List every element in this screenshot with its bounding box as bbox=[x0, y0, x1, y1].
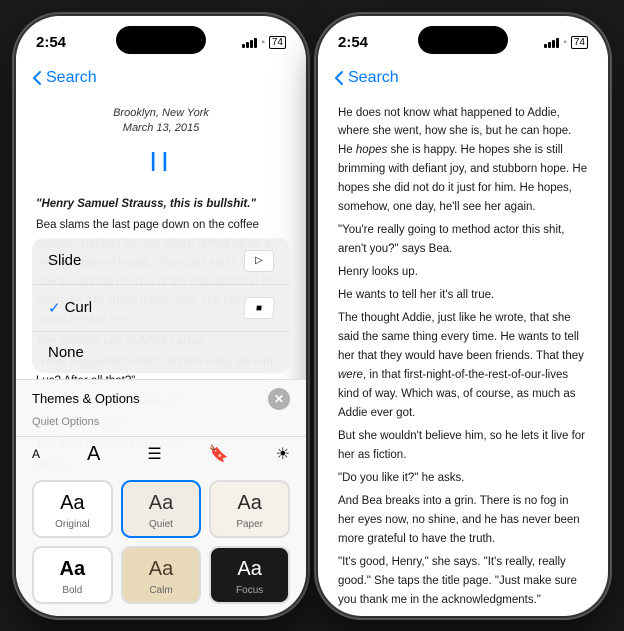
theme-quiet[interactable]: Aa Quiet bbox=[121, 480, 202, 538]
transition-none[interactable]: None bbox=[32, 332, 290, 373]
themes-header: Themes & Options ✕ bbox=[32, 388, 290, 410]
slide-panel: Slide ▷ ✓ Curl ■ None bbox=[16, 238, 306, 616]
transition-curl-label: Curl bbox=[65, 299, 244, 316]
themes-grid: Aa Original Aa Quiet Aa Paper Aa Bold bbox=[16, 472, 306, 616]
transition-slide-label: Slide bbox=[48, 252, 81, 269]
theme-original[interactable]: Aa Original bbox=[32, 480, 113, 538]
right-status-icons: ◦ 74 bbox=[544, 36, 588, 49]
brightness-button[interactable]: ☀ bbox=[276, 444, 290, 464]
transition-menu: Slide ▷ ✓ Curl ■ None bbox=[32, 238, 290, 373]
themes-title: Themes & Options bbox=[32, 391, 140, 406]
font-large-button[interactable]: A bbox=[87, 443, 100, 466]
left-back-label: Search bbox=[46, 69, 97, 87]
left-nav-bar: Search bbox=[16, 60, 306, 96]
theme-quiet-label: Quiet bbox=[149, 519, 173, 530]
right-phone: 2:54 ◦ 74 Search bbox=[318, 16, 608, 616]
theme-original-label: Original bbox=[55, 519, 89, 530]
theme-calm[interactable]: Aa Calm bbox=[121, 546, 202, 604]
book-location: Brooklyn, New YorkMarch 13, 2015 bbox=[36, 106, 286, 137]
theme-bold-label: Bold bbox=[62, 585, 82, 596]
left-status-time: 2:54 bbox=[36, 34, 66, 51]
theme-paper-label: Paper bbox=[236, 519, 263, 530]
wifi-icon: ◦︎ bbox=[261, 37, 265, 48]
themes-subtitle: Quiet Options bbox=[32, 416, 290, 428]
left-status-icons: ◦︎ 74 bbox=[242, 36, 286, 49]
right-nav-bar: Search bbox=[318, 60, 608, 96]
themes-bar: Themes & Options ✕ Quiet Options bbox=[16, 379, 306, 436]
transition-slide[interactable]: Slide ▷ bbox=[32, 238, 290, 285]
theme-original-aa: Aa bbox=[60, 492, 84, 515]
theme-focus-label: Focus bbox=[236, 585, 263, 596]
bookmark-button[interactable]: 🔖 bbox=[209, 444, 229, 464]
right-phone-content: He does not know what happened to Addie,… bbox=[318, 96, 608, 616]
left-phone-content: Brooklyn, New YorkMarch 13, 2015 II "Hen… bbox=[16, 96, 306, 616]
right-battery-icon: 74 bbox=[571, 36, 588, 49]
align-button[interactable]: ☰ bbox=[147, 444, 161, 464]
theme-bold[interactable]: Aa Bold bbox=[32, 546, 113, 604]
left-phone: 2:54 ◦︎ 74 Search bbox=[16, 16, 306, 616]
battery-icon: 74 bbox=[269, 36, 286, 49]
font-small-button[interactable]: A bbox=[32, 447, 40, 461]
book-header: Brooklyn, New YorkMarch 13, 2015 II bbox=[36, 106, 286, 186]
right-dynamic-island bbox=[418, 26, 508, 54]
theme-focus-aa: Aa bbox=[237, 558, 261, 581]
right-signal-icon bbox=[544, 38, 559, 48]
right-book-content[interactable]: He does not know what happened to Addie,… bbox=[318, 96, 608, 616]
theme-bold-aa: Aa bbox=[60, 558, 86, 581]
theme-quiet-aa: Aa bbox=[149, 492, 173, 515]
phones-container: 2:54 ◦︎ 74 Search bbox=[16, 16, 608, 616]
theme-paper-aa: Aa bbox=[237, 492, 261, 515]
book-quote-start: "Henry Samuel Strauss, this is bullshit.… bbox=[36, 198, 256, 210]
transition-none-label: None bbox=[48, 344, 84, 361]
signal-icon bbox=[242, 38, 257, 48]
transition-curl[interactable]: ✓ Curl ■ bbox=[32, 285, 290, 332]
right-wifi-icon: ◦ bbox=[563, 37, 567, 48]
theme-calm-aa: Aa bbox=[149, 558, 173, 581]
dynamic-island bbox=[116, 26, 206, 54]
theme-paper[interactable]: Aa Paper bbox=[209, 480, 290, 538]
right-status-time: 2:54 bbox=[338, 34, 368, 51]
chapter-number: II bbox=[36, 140, 286, 185]
theme-focus[interactable]: Aa Focus bbox=[209, 546, 290, 604]
right-back-button[interactable]: Search bbox=[334, 69, 399, 87]
right-back-label: Search bbox=[348, 69, 399, 87]
left-back-button[interactable]: Search bbox=[32, 69, 97, 87]
check-icon: ✓ bbox=[48, 299, 61, 317]
reader-toolbar: A A ☰ 🔖 ☀ bbox=[16, 436, 306, 472]
curl-icon: ■ bbox=[243, 297, 275, 319]
theme-calm-label: Calm bbox=[149, 585, 172, 596]
slide-icon: ▷ bbox=[244, 250, 274, 272]
themes-close-button[interactable]: ✕ bbox=[268, 388, 290, 410]
